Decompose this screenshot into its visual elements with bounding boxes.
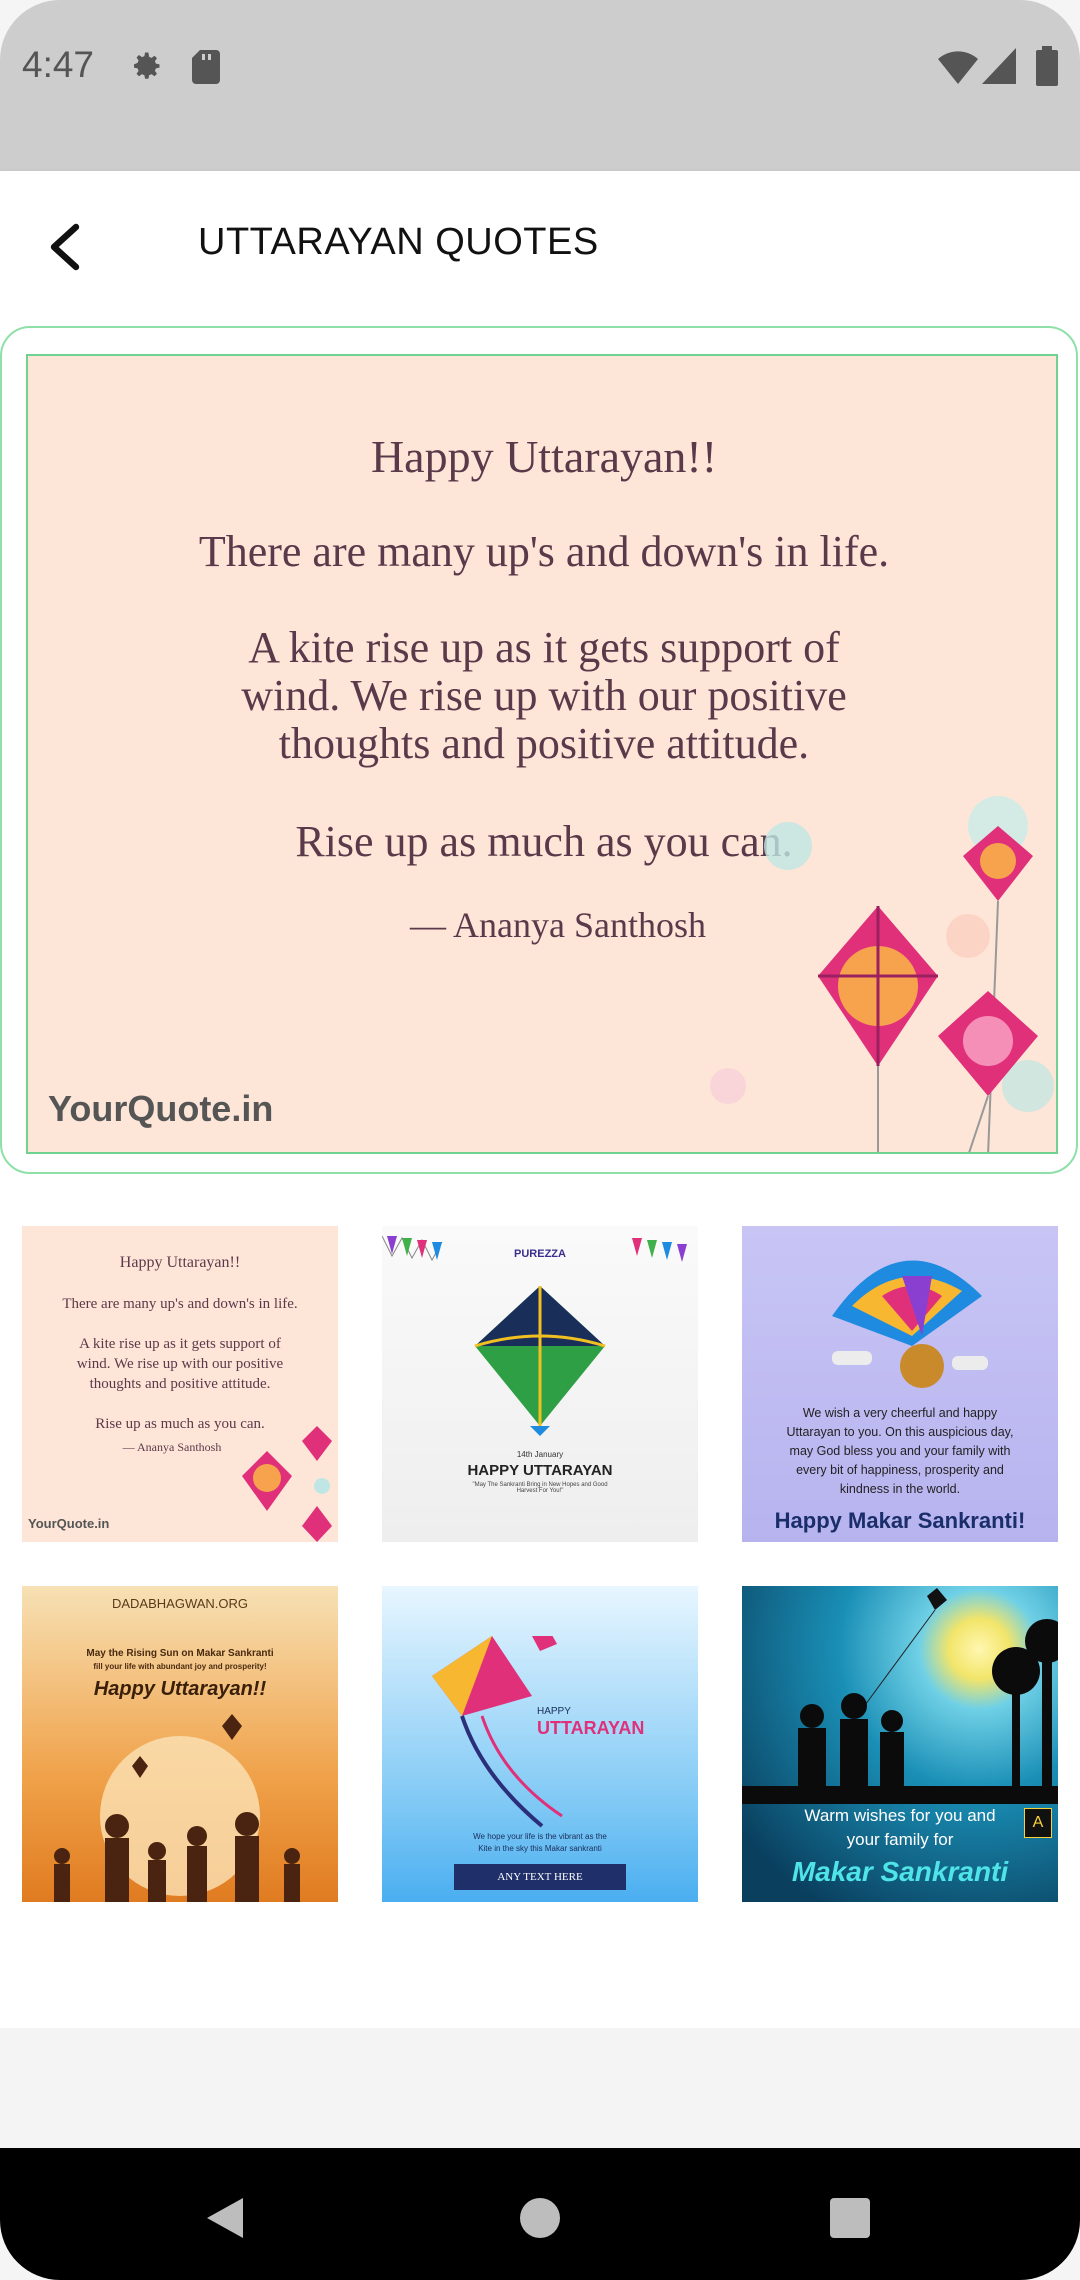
thumb1-line2: A kite rise up as it gets support of	[79, 1336, 281, 1352]
thumb4-line1: May the Rising Sun on Makar Sankranti	[86, 1648, 274, 1659]
thumb1-heading: Happy Uttarayan!!	[119, 1254, 241, 1271]
sd-card-icon	[192, 50, 220, 84]
circle-home-icon	[520, 2198, 560, 2238]
nav-recents-button[interactable]	[810, 2178, 890, 2258]
kite-sweets-illustration	[832, 1260, 988, 1388]
triangle-back-icon	[207, 2198, 243, 2238]
thumbnail-4[interactable]: DADABHAGWAN.ORG May the Rising Sun on Ma…	[22, 1586, 338, 1902]
status-bar: 4:47	[0, 0, 1080, 171]
square-recents-icon	[830, 2198, 870, 2238]
thumbnail-6[interactable]: Warm wishes for you and your family for …	[742, 1586, 1058, 1902]
thumb1-brand: YourQuote.in	[28, 1516, 110, 1531]
battery-icon	[1036, 46, 1058, 86]
thumb3-text: We wish a very cheerful and happy Uttara…	[786, 1406, 1014, 1496]
status-time: 4:47	[22, 44, 95, 85]
bottom-spacer	[0, 2028, 1080, 2148]
thumb5-line2: Kite in the sky this Makar sankranti	[478, 1844, 602, 1853]
thumbnail-3[interactable]: We wish a very cheerful and happy Uttara…	[742, 1226, 1058, 1542]
thumb5-heading: UTTARAYAN	[537, 1718, 645, 1738]
thumb5-line1: We hope your life is the vibrant as the	[473, 1832, 607, 1841]
chevron-left-icon	[50, 223, 80, 271]
kites-illustration	[710, 796, 1054, 1152]
thumbnail-1[interactable]: Happy Uttarayan!! There are many up's an…	[22, 1226, 338, 1542]
thumb4-site: DADABHAGWAN.ORG	[111, 1596, 249, 1611]
thumb1-line1: There are many up's and down's in life.	[62, 1296, 298, 1312]
thumb6-line1: Warm wishes for you and	[804, 1806, 996, 1825]
thumb2-date: 14th January	[516, 1450, 564, 1459]
thumb6-line2: your family for	[846, 1830, 954, 1849]
thumb4-line2: fill your life with abundant joy and pro…	[93, 1662, 267, 1671]
thumbnail-5[interactable]: HAPPY UTTARAYAN We hope your life is the…	[382, 1586, 698, 1902]
kites-illustration	[242, 1426, 332, 1542]
wifi-icon	[938, 51, 978, 84]
family-silhouette-illustration	[54, 1714, 300, 1902]
thumb1-line4: thoughts and positive attitude.	[89, 1376, 271, 1392]
featured-quote-image: Happy Uttarayan!! There are many up's an…	[26, 354, 1058, 1154]
thumb6-badge: A	[1024, 1808, 1052, 1838]
thumb3-heading: Happy Makar Sankranti!	[774, 1508, 1026, 1533]
thumb2-heading: HAPPY UTTARAYAN	[467, 1462, 613, 1479]
thumb5-button: ANY TEXT HERE	[454, 1864, 626, 1890]
nav-back-button[interactable]	[185, 2178, 265, 2258]
thumb4-heading: Happy Uttarayan!!	[93, 1678, 267, 1700]
featured-line3: wind. We rise up with our positive	[241, 671, 847, 720]
featured-image-card[interactable]: Happy Uttarayan!! There are many up's an…	[0, 326, 1078, 1174]
thumb6-heading: Makar Sankranti	[791, 1856, 1009, 1887]
gear-icon	[134, 52, 160, 79]
thumb2-sub: "May The Sankranti Bring in New Hopes an…	[472, 1482, 608, 1494]
thumb2-brand: PUREZZA	[514, 1248, 566, 1260]
featured-line1: There are many up's and down's in life.	[198, 527, 890, 576]
navigation-bar	[0, 2148, 1080, 2280]
back-button[interactable]	[30, 201, 102, 293]
app-bar: UTTARAYAN QUOTES	[0, 171, 1080, 324]
content-area: Happy Uttarayan!! There are many up's an…	[0, 324, 1080, 2028]
featured-brand: YourQuote.in	[48, 1088, 274, 1129]
featured-heading: Happy Uttarayan!!	[370, 431, 718, 482]
featured-line2: A kite rise up as it gets support of	[248, 623, 840, 672]
nav-home-button[interactable]	[500, 2178, 580, 2258]
children-silhouette-illustration	[742, 1588, 1058, 1804]
page-title: UTTARAYAN QUOTES	[198, 221, 599, 263]
thumbnail-2[interactable]: PUREZZA 14th January HAPPY UTTARAYAN "Ma…	[382, 1226, 698, 1542]
kite-illustration	[474, 1286, 606, 1436]
signal-icon	[982, 48, 1016, 84]
thumb1-line3: wind. We rise up with our positive	[76, 1356, 284, 1372]
featured-line4: thoughts and positive attitude.	[278, 719, 810, 768]
thumb5-pre: HAPPY	[537, 1706, 571, 1717]
